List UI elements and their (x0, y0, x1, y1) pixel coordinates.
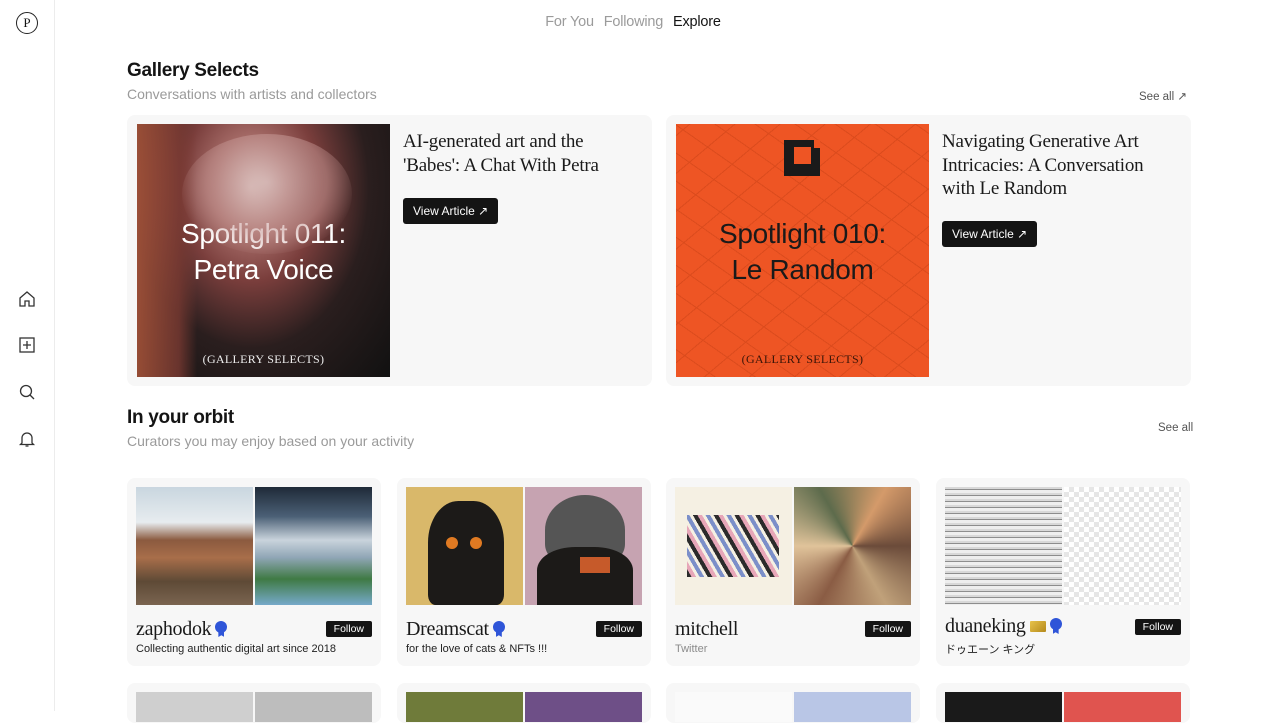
curator-thumbnail (794, 692, 911, 722)
curator-thumbnails (136, 487, 373, 605)
curator-thumbnails (945, 487, 1182, 605)
article-image-tag: (GALLERY SELECTS) (202, 352, 325, 366)
curator-description: ドゥエーン キング (945, 644, 1036, 656)
orbit-section-title: In your orbit (127, 407, 234, 428)
curator-thumbnail[interactable] (1064, 487, 1181, 605)
curator-thumbnail[interactable] (675, 487, 792, 605)
article-image-title-line: Spotlight 011: (181, 218, 346, 249)
article-image-tag: (GALLERY SELECTS) (741, 352, 864, 366)
tab-following[interactable]: Following (604, 14, 664, 30)
article-image[interactable]: Spotlight 011: Petra Voice (GALLERY SELE… (137, 124, 390, 377)
article-image-title-line: Spotlight 010: (718, 218, 887, 249)
coin-icon (1029, 621, 1046, 632)
verified-badge-icon (492, 621, 505, 633)
curator-card[interactable] (397, 683, 651, 723)
curator-card[interactable]: zaphodok Follow Collecting authentic dig… (127, 478, 381, 666)
curator-thumbnails (675, 487, 912, 605)
curator-name[interactable]: zaphodok (136, 618, 228, 641)
curator-name[interactable]: mitchell (675, 618, 738, 641)
curator-card[interactable] (936, 683, 1190, 723)
curator-thumbnail[interactable] (406, 487, 523, 605)
follow-button[interactable]: Follow (325, 621, 372, 637)
view-article-button[interactable]: View Article ↗ (403, 198, 499, 224)
curator-thumbnail (945, 692, 1062, 722)
curator-thumbnail[interactable] (136, 487, 253, 605)
view-article-button[interactable]: View Article ↗ (942, 221, 1038, 247)
gallery-section-subtitle: Conversations with artists and collector… (127, 86, 377, 102)
curator-card[interactable]: Dreamscat Follow for the love of cats & … (397, 478, 651, 666)
home-icon[interactable] (16, 288, 38, 310)
follow-button[interactable]: Follow (1134, 619, 1181, 635)
curator-card[interactable]: mitchell Follow Twitter (666, 478, 920, 666)
follow-button[interactable]: Follow (864, 621, 911, 637)
bell-icon[interactable] (16, 428, 38, 450)
curator-thumbnail (525, 692, 642, 722)
tab-for-you[interactable]: For You (545, 14, 594, 30)
curator-thumbnail (1064, 692, 1181, 722)
orbit-see-all-link[interactable]: See all (1158, 422, 1193, 434)
curator-thumbnail[interactable] (794, 487, 911, 605)
cat-body (537, 547, 633, 605)
curator-card[interactable]: duaneking Follow ドゥエーン キング (936, 478, 1190, 666)
tab-explore[interactable]: Explore (673, 14, 721, 30)
curator-card[interactable] (666, 683, 920, 723)
article-image-title: Spotlight 011: Petra Voice (137, 216, 390, 288)
curator-name[interactable]: duaneking (945, 615, 1062, 638)
top-nav: For You Following Explore (0, 14, 1266, 30)
curator-description[interactable]: Twitter (675, 643, 707, 655)
curator-thumbnail[interactable] (525, 487, 642, 605)
add-icon[interactable] (16, 334, 38, 356)
curator-thumbnail (675, 692, 792, 722)
curator-description: Collecting authentic digital art since 2… (136, 643, 336, 655)
curator-thumbnail (136, 692, 253, 722)
curator-name[interactable]: Dreamscat (406, 618, 505, 641)
article-card[interactable]: Spotlight 011: Petra Voice (GALLERY SELE… (127, 115, 652, 386)
article-image-title: Spotlight 010: Le Random (676, 216, 929, 288)
article-image-title-line: Petra Voice (193, 254, 334, 285)
follow-button[interactable]: Follow (595, 621, 642, 637)
curator-name-text: duaneking (945, 615, 1026, 637)
search-icon[interactable] (16, 381, 38, 403)
cat-eye (446, 537, 458, 549)
sidebar: P (0, 0, 55, 711)
gallery-see-all-link[interactable]: See all ↗ (1139, 89, 1187, 103)
article-heading[interactable]: Navigating Generative Art Intricacies: A… (942, 130, 1177, 201)
cat-silhouette (428, 501, 504, 605)
gallery-section-title: Gallery Selects (127, 60, 259, 81)
verified-badge-icon (215, 621, 228, 633)
curator-thumbnail (255, 692, 372, 722)
article-card[interactable]: Spotlight 010: Le Random (GALLERY SELECT… (666, 115, 1191, 386)
verified-badge-icon (1049, 618, 1062, 630)
article-image[interactable]: Spotlight 010: Le Random (GALLERY SELECT… (676, 124, 929, 377)
bandana (580, 557, 610, 573)
cat-eye (470, 537, 482, 549)
curator-card[interactable] (127, 683, 381, 723)
curator-name-text: Dreamscat (406, 618, 489, 640)
curator-thumbnails (406, 487, 643, 605)
wave-pattern (687, 515, 779, 577)
curator-description: for the love of cats & NFTs !!! (406, 643, 548, 655)
curator-thumbnail[interactable] (945, 487, 1062, 605)
orbit-section-subtitle: Curators you may enjoy based on your act… (127, 433, 415, 449)
le-random-logo-icon (784, 140, 820, 176)
curator-thumbnail (406, 692, 523, 722)
curator-name-text: zaphodok (136, 618, 212, 640)
article-heading[interactable]: AI-generated art and the 'Babes': A Chat… (403, 130, 638, 177)
curator-thumbnail[interactable] (255, 487, 372, 605)
article-image-title-line: Le Random (731, 254, 874, 285)
